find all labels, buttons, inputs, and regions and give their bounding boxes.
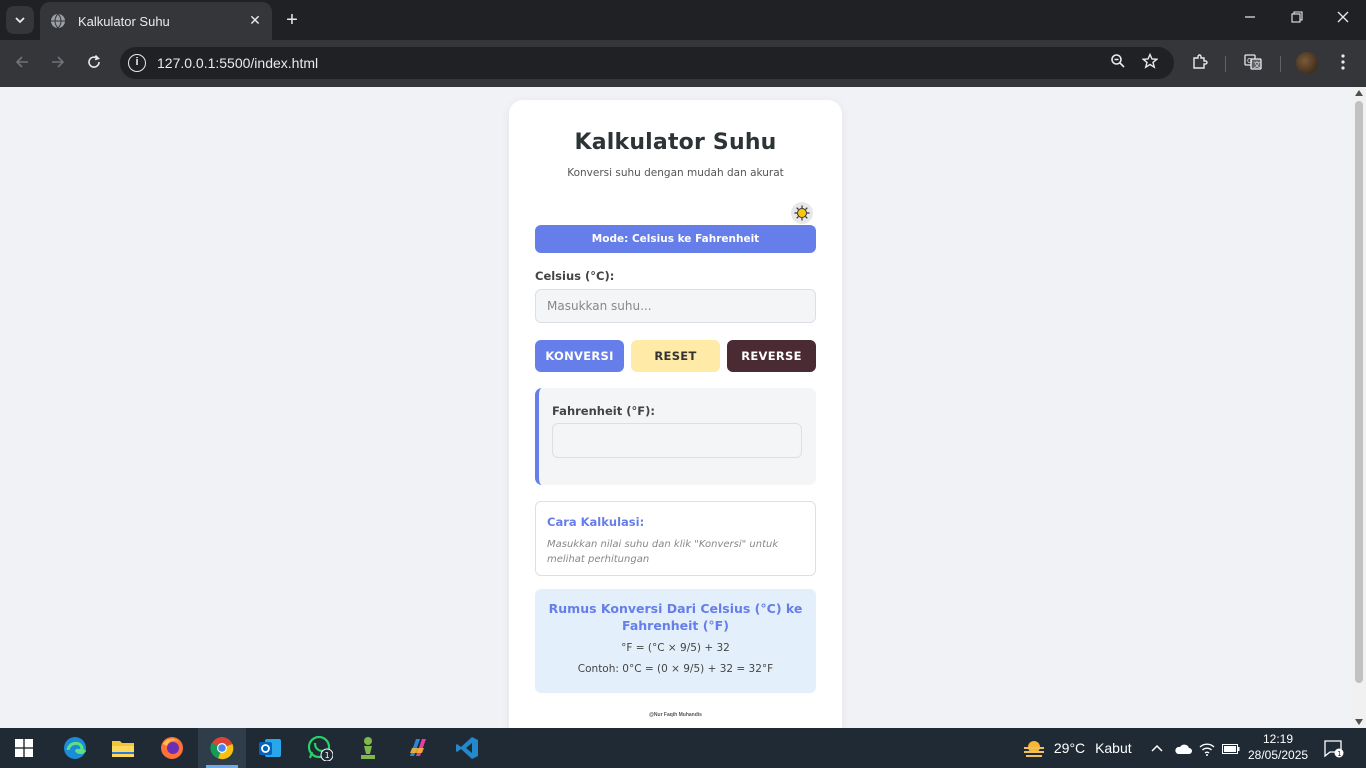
forward-icon[interactable] bbox=[47, 53, 69, 75]
browser-toolbar: i 127.0.0.1:5500/index.html G文 bbox=[0, 40, 1366, 87]
chess-icon[interactable] bbox=[344, 728, 392, 768]
start-icon[interactable] bbox=[0, 728, 48, 768]
formula-panel: Rumus Konversi Dari Celsius (°C) ke Fahr… bbox=[535, 589, 816, 693]
scroll-thumb[interactable] bbox=[1355, 101, 1363, 683]
globe-icon bbox=[51, 13, 65, 29]
notification-count: 1 bbox=[1337, 750, 1341, 758]
weather-temperature: 29°C bbox=[1053, 740, 1086, 756]
clock-date: 28/05/2025 bbox=[1248, 748, 1309, 762]
menu-icon[interactable] bbox=[1332, 53, 1354, 75]
back-icon[interactable] bbox=[11, 53, 33, 75]
page-subtitle: Konversi suhu dengan mudah dan akurat bbox=[567, 167, 784, 179]
notification-icon[interactable]: 1 bbox=[1324, 728, 1346, 768]
toolbar-divider bbox=[1225, 56, 1226, 72]
weather-condition: Kabut bbox=[1095, 740, 1132, 756]
calculator-card: Kalkulator Suhu Konversi suhu dengan mud… bbox=[509, 100, 842, 728]
calculation-text: Masukkan nilai suhu dan klik "Konversi" … bbox=[547, 539, 779, 565]
firefox-icon[interactable] bbox=[148, 728, 196, 768]
edge-icon[interactable] bbox=[51, 728, 99, 768]
fog-weather-icon bbox=[1024, 741, 1044, 758]
minimize-icon[interactable] bbox=[1240, 10, 1260, 26]
close-tab-icon[interactable]: ✕ bbox=[248, 13, 262, 27]
page-title: Kalkulator Suhu bbox=[574, 130, 777, 155]
svg-text:文: 文 bbox=[1254, 60, 1261, 69]
url-text[interactable]: 127.0.0.1:5500/index.html bbox=[157, 55, 318, 71]
wifi-icon[interactable] bbox=[1199, 728, 1217, 768]
formula-text: °F = (°C × 9/5) + 32 bbox=[621, 642, 730, 654]
scroll-down-icon[interactable] bbox=[1355, 719, 1363, 725]
copilot-icon[interactable] bbox=[394, 728, 442, 768]
star-icon[interactable] bbox=[1140, 52, 1160, 73]
reload-icon[interactable] bbox=[83, 53, 105, 75]
celsius-label: Celsius (°C): bbox=[535, 269, 615, 283]
browser-tab[interactable]: Kalkulator Suhu ✕ bbox=[40, 2, 272, 40]
clock[interactable]: 12:19 28/05/2025 bbox=[1248, 731, 1308, 768]
onedrive-icon[interactable] bbox=[1174, 728, 1192, 768]
weather-widget[interactable]: 29°C Kabut bbox=[1022, 728, 1132, 768]
battery-icon[interactable] bbox=[1222, 728, 1242, 768]
mode-toggle-button[interactable]: Mode: Celsius ke Fahrenheit bbox=[535, 225, 816, 253]
clock-time: 12:19 bbox=[1262, 732, 1294, 746]
zoom-icon[interactable] bbox=[1108, 53, 1128, 73]
new-tab-button[interactable]: + bbox=[282, 10, 302, 30]
tab-search-button[interactable] bbox=[6, 6, 34, 34]
whatsapp-badge: 1 bbox=[325, 751, 330, 760]
footer-credit: @Nur Faqih Muhandis bbox=[649, 712, 702, 718]
calculation-panel: Cara Kalkulasi: Masukkan nilai suhu dan … bbox=[535, 501, 816, 576]
file-explorer-icon[interactable] bbox=[99, 728, 147, 768]
page-viewport: Kalkulator Suhu Konversi suhu dengan mud… bbox=[0, 87, 1352, 728]
close-window-icon[interactable] bbox=[1333, 10, 1353, 26]
restore-icon[interactable] bbox=[1287, 10, 1307, 26]
reset-button[interactable]: RESET bbox=[631, 340, 720, 372]
fahrenheit-label: Fahrenheit (°F): bbox=[552, 404, 655, 418]
extensions-icon[interactable] bbox=[1189, 53, 1211, 75]
tab-title: Kalkulator Suhu bbox=[78, 13, 170, 29]
formula-title: Rumus Konversi Dari Celsius (°C) ke Fahr… bbox=[548, 601, 803, 633]
chevron-up-icon[interactable] bbox=[1150, 728, 1166, 768]
result-panel: Fahrenheit (°F): bbox=[535, 388, 816, 485]
profile-avatar[interactable] bbox=[1296, 52, 1318, 74]
chevron-down-icon bbox=[15, 17, 25, 24]
formula-example: Contoh: 0°C = (0 × 9/5) + 32 = 32°F bbox=[577, 663, 774, 675]
svg-text:G: G bbox=[1247, 57, 1252, 65]
calculation-title: Cara Kalkulasi: bbox=[547, 515, 645, 529]
fahrenheit-output bbox=[552, 423, 802, 458]
konversi-button[interactable]: KONVERSI bbox=[535, 340, 624, 372]
sun-icon bbox=[794, 205, 810, 221]
site-info-icon[interactable]: i bbox=[128, 54, 146, 72]
translate-icon[interactable]: G文 bbox=[1242, 53, 1264, 75]
scroll-up-icon[interactable] bbox=[1355, 90, 1363, 96]
page-scrollbar[interactable] bbox=[1352, 87, 1366, 728]
whatsapp-icon[interactable]: 1 bbox=[296, 728, 344, 768]
outlook-icon[interactable] bbox=[246, 728, 294, 768]
toolbar-divider bbox=[1280, 56, 1281, 72]
taskbar: 1 29°C Kabut 12:19 28/05/2025 1 bbox=[0, 728, 1366, 768]
theme-toggle-button[interactable] bbox=[791, 202, 813, 224]
vscode-icon[interactable] bbox=[443, 728, 491, 768]
celsius-input[interactable]: Masukkan suhu... bbox=[535, 289, 816, 323]
tab-strip: Kalkulator Suhu ✕ + bbox=[0, 0, 1366, 40]
address-bar[interactable]: i 127.0.0.1:5500/index.html bbox=[120, 47, 1174, 79]
chrome-icon[interactable] bbox=[198, 728, 246, 768]
reverse-button[interactable]: REVERSE bbox=[727, 340, 816, 372]
